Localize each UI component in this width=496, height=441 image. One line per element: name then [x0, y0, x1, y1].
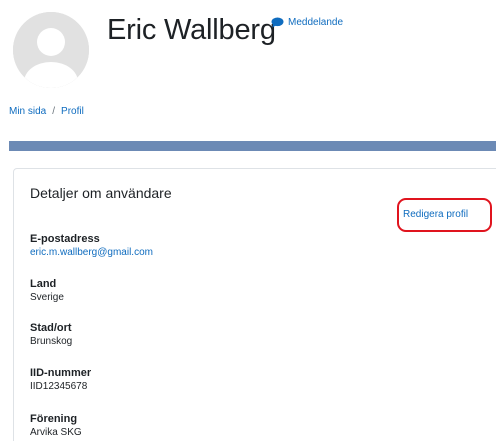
avatar[interactable]: [13, 12, 89, 88]
breadcrumb-separator: /: [52, 106, 56, 117]
field-label: Förening: [30, 413, 78, 425]
page-title: Eric Wallberg: [107, 14, 276, 46]
speech-bubble-icon: [271, 17, 284, 28]
card-title: Detaljer om användare: [30, 185, 172, 201]
field-label: IID-nummer: [30, 367, 92, 379]
field-value: Arvika SKG: [30, 427, 82, 438]
field-email: E-postadress eric.m.wallberg@gmail.com: [30, 233, 153, 258]
message-label: Meddelande: [288, 17, 344, 28]
field-value: Brunskog: [30, 336, 73, 347]
field-city: Stad/ort Brunskog: [30, 322, 72, 347]
user-details-card: Detaljer om användare Redigera profil E-…: [13, 168, 496, 441]
header-banner: [9, 141, 496, 151]
message-button[interactable]: Meddelande: [271, 17, 343, 28]
field-value: Sverige: [30, 292, 64, 303]
user-avatar-icon: [13, 12, 89, 88]
field-country: Land Sverige: [30, 278, 64, 303]
edit-profile-link[interactable]: Redigera profil: [403, 209, 468, 220]
email-link[interactable]: eric.m.wallberg@gmail.com: [30, 247, 153, 258]
field-value: IID12345678: [30, 381, 88, 392]
field-label: Land: [30, 278, 57, 290]
field-iid-number: IID-nummer IID12345678: [30, 367, 91, 392]
field-label: Stad/ort: [30, 322, 72, 334]
field-label: E-postadress: [30, 233, 100, 245]
breadcrumb-item-min-sida[interactable]: Min sida: [9, 106, 46, 117]
breadcrumb: Min sida / Profil: [9, 106, 84, 117]
breadcrumb-item-profil[interactable]: Profil: [61, 106, 84, 117]
profile-page: Eric Wallberg Meddelande Min sida / Prof…: [0, 0, 496, 441]
field-club: Förening Arvika SKG: [30, 413, 82, 438]
